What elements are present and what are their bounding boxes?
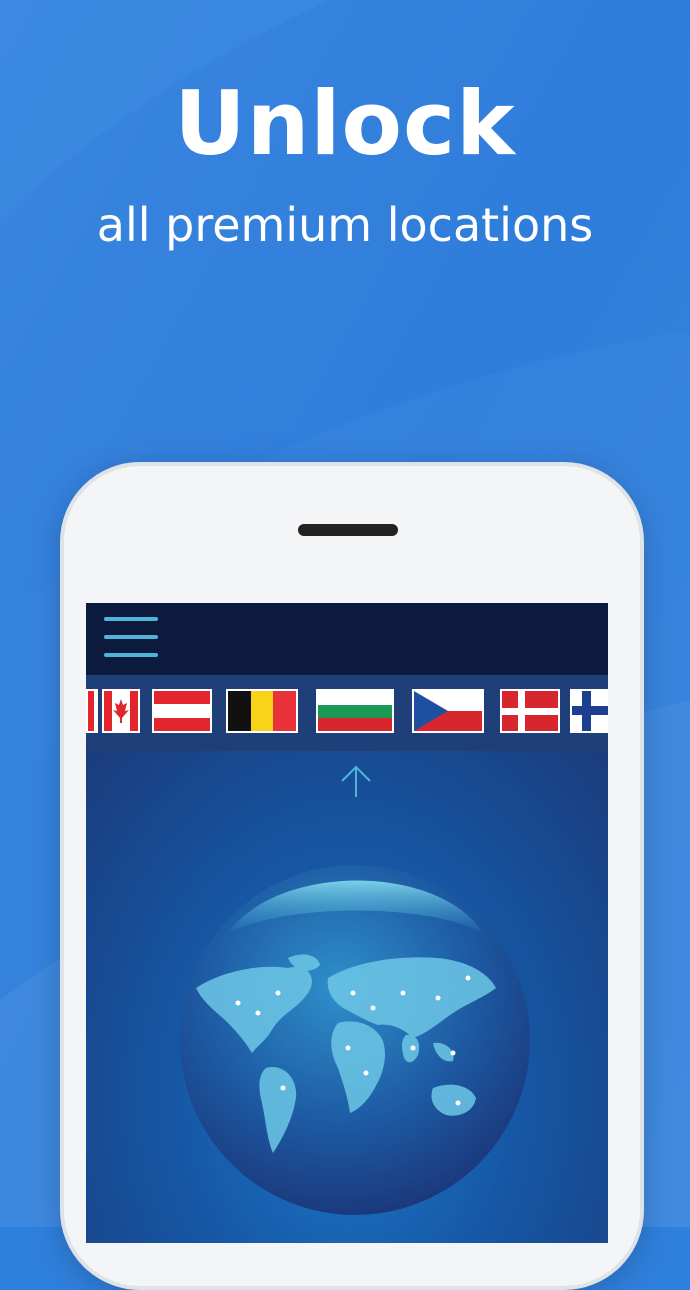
promo-subline: all premium locations bbox=[96, 198, 594, 252]
flag-canada-partial[interactable] bbox=[86, 689, 98, 733]
country-flag-strip[interactable] bbox=[86, 675, 608, 751]
flag-czech-republic[interactable] bbox=[412, 689, 484, 733]
flag-canada[interactable] bbox=[102, 689, 140, 733]
flag-belgium[interactable] bbox=[226, 689, 298, 733]
arrow-up-icon[interactable] bbox=[336, 761, 376, 801]
hamburger-menu-icon[interactable] bbox=[104, 617, 158, 659]
map-area bbox=[86, 751, 608, 1243]
promo-headline: Unlock bbox=[174, 72, 516, 175]
phone-speaker bbox=[298, 524, 398, 536]
flag-bulgaria[interactable] bbox=[316, 689, 394, 733]
app-screen bbox=[86, 603, 608, 1243]
world-globe bbox=[180, 865, 530, 1215]
flag-denmark[interactable] bbox=[500, 689, 560, 733]
flag-austria[interactable] bbox=[152, 689, 212, 733]
app-top-bar bbox=[86, 603, 608, 675]
flag-finland[interactable] bbox=[570, 689, 608, 733]
